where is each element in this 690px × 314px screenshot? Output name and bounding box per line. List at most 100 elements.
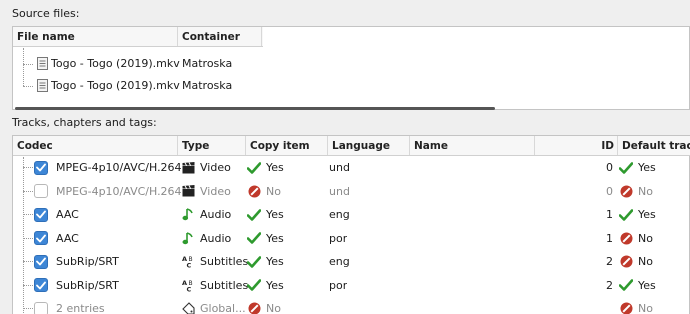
track-name — [411, 156, 531, 180]
column-header-file-name[interactable]: File name — [13, 27, 178, 46]
file-icon — [35, 57, 49, 71]
file-container: Matroska — [182, 57, 233, 71]
track-default[interactable]: Yes — [638, 161, 656, 174]
track-default[interactable]: Yes — [638, 208, 656, 221]
source-files-label: Source files: — [12, 7, 80, 20]
column-header-id[interactable]: ID — [535, 136, 618, 155]
source-files-table[interactable]: File name Container Togo - Togo (2019).m… — [12, 26, 690, 110]
track-language: und — [329, 161, 350, 175]
track-copy-item[interactable]: No — [266, 185, 281, 198]
no-icon — [247, 302, 261, 314]
file-name: Togo - Togo (2019).mkv — [51, 57, 180, 71]
track-row[interactable]: SubRip/SRT A C B Subtitles Yes eng 2 No — [13, 250, 689, 274]
track-row[interactable]: AAC Audio Yes eng 1 Yes — [13, 203, 689, 227]
track-copy-item[interactable]: Yes — [266, 232, 284, 245]
no-icon — [619, 231, 633, 245]
check-icon — [619, 208, 633, 222]
track-id — [533, 297, 613, 314]
column-header-container[interactable]: Container — [178, 27, 262, 46]
track-row[interactable]: MPEG-4p10/AVC/H.264 Video No und 0 No — [13, 180, 689, 204]
track-id: 1 — [606, 208, 613, 222]
track-row[interactable]: 2 entries Global... No No — [13, 297, 689, 314]
track-row[interactable]: MPEG-4p10/AVC/H.264 Video Yes und 0 Yes — [13, 156, 689, 180]
track-language: por — [329, 278, 348, 292]
track-default[interactable]: No — [638, 232, 653, 245]
track-name — [411, 274, 531, 298]
track-type: Subtitles — [200, 278, 249, 292]
track-name — [411, 203, 531, 227]
track-id: 2 — [606, 255, 613, 269]
track-row[interactable]: SubRip/SRT A C B Subtitles Yes por 2 Yes — [13, 274, 689, 298]
tracks-header: Codec Type Copy item Language Name ID De… — [13, 136, 690, 156]
track-type: Global... — [200, 302, 246, 314]
check-icon — [247, 208, 261, 222]
svg-text:B: B — [188, 256, 192, 263]
column-header-type[interactable]: Type — [178, 136, 246, 155]
track-type: Subtitles — [200, 255, 249, 269]
no-icon — [619, 302, 633, 314]
audio-note-icon — [181, 208, 195, 222]
track-type: Video — [200, 161, 231, 175]
track-include-checkbox[interactable] — [34, 160, 48, 175]
tracks-table[interactable]: Codec Type Copy item Language Name ID De… — [12, 135, 690, 314]
track-codec: SubRip/SRT — [56, 255, 119, 269]
file-container: Matroska — [182, 79, 233, 93]
no-icon — [619, 184, 633, 198]
track-type: Video — [200, 184, 231, 198]
audio-note-icon — [181, 231, 195, 245]
tracks-label: Tracks, chapters and tags: — [12, 116, 157, 129]
file-icon — [35, 79, 49, 93]
tag-icon — [181, 302, 195, 314]
track-default[interactable]: No — [638, 255, 653, 268]
track-include-checkbox[interactable] — [34, 184, 48, 199]
track-language: und — [329, 184, 350, 198]
track-id: 0 — [606, 184, 613, 198]
check-icon — [619, 161, 633, 175]
track-name — [411, 297, 531, 314]
subtitles-icon: ACB — [181, 278, 195, 292]
track-row[interactable]: AAC Audio Yes por 1 No — [13, 227, 689, 251]
track-codec: AAC — [56, 231, 79, 245]
track-copy-item[interactable]: Yes — [266, 161, 284, 174]
track-language: por — [329, 231, 348, 245]
video-clapper-icon — [181, 161, 195, 175]
track-codec: AAC — [56, 208, 79, 222]
track-id: 2 — [606, 278, 613, 292]
source-file-row[interactable]: Togo - Togo (2019).mkv Matroska — [13, 74, 689, 98]
track-copy-item[interactable]: Yes — [266, 279, 284, 292]
track-include-checkbox[interactable] — [34, 231, 48, 246]
track-copy-item[interactable]: No — [266, 302, 281, 314]
track-language: eng — [329, 255, 350, 269]
track-copy-item[interactable]: Yes — [266, 255, 284, 268]
track-copy-item[interactable]: Yes — [266, 208, 284, 221]
subtitles-icon: ACB — [181, 255, 195, 269]
track-codec: SubRip/SRT — [56, 278, 119, 292]
file-name: Togo - Togo (2019).mkv — [51, 79, 180, 93]
track-language: eng — [329, 208, 350, 222]
track-include-checkbox[interactable] — [34, 278, 48, 293]
no-icon — [619, 255, 633, 269]
check-icon — [247, 255, 261, 269]
source-file-row[interactable]: Togo - Togo (2019).mkv Matroska — [13, 52, 689, 76]
track-default[interactable]: No — [638, 185, 653, 198]
column-header-name[interactable]: Name — [410, 136, 535, 155]
track-include-checkbox[interactable] — [34, 301, 48, 314]
track-include-checkbox[interactable] — [34, 207, 48, 222]
horizontal-scrollbar[interactable] — [15, 107, 495, 110]
check-icon — [619, 278, 633, 292]
track-codec: 2 entries — [56, 302, 105, 314]
track-id: 1 — [606, 231, 613, 245]
track-default[interactable]: No — [638, 302, 653, 314]
track-include-checkbox[interactable] — [34, 254, 48, 269]
video-clapper-icon — [181, 184, 195, 198]
track-codec: MPEG-4p10/AVC/H.264 — [56, 161, 182, 175]
track-default[interactable]: Yes — [638, 279, 656, 292]
track-name — [411, 227, 531, 251]
column-header-copy-item[interactable]: Copy item — [246, 136, 328, 155]
track-name — [411, 250, 531, 274]
column-header-codec[interactable]: Codec — [13, 136, 178, 155]
track-id: 0 — [606, 161, 613, 175]
track-type: Audio — [200, 231, 232, 245]
column-header-language[interactable]: Language — [328, 136, 410, 155]
column-header-default-track[interactable]: Default track in — [618, 136, 690, 155]
